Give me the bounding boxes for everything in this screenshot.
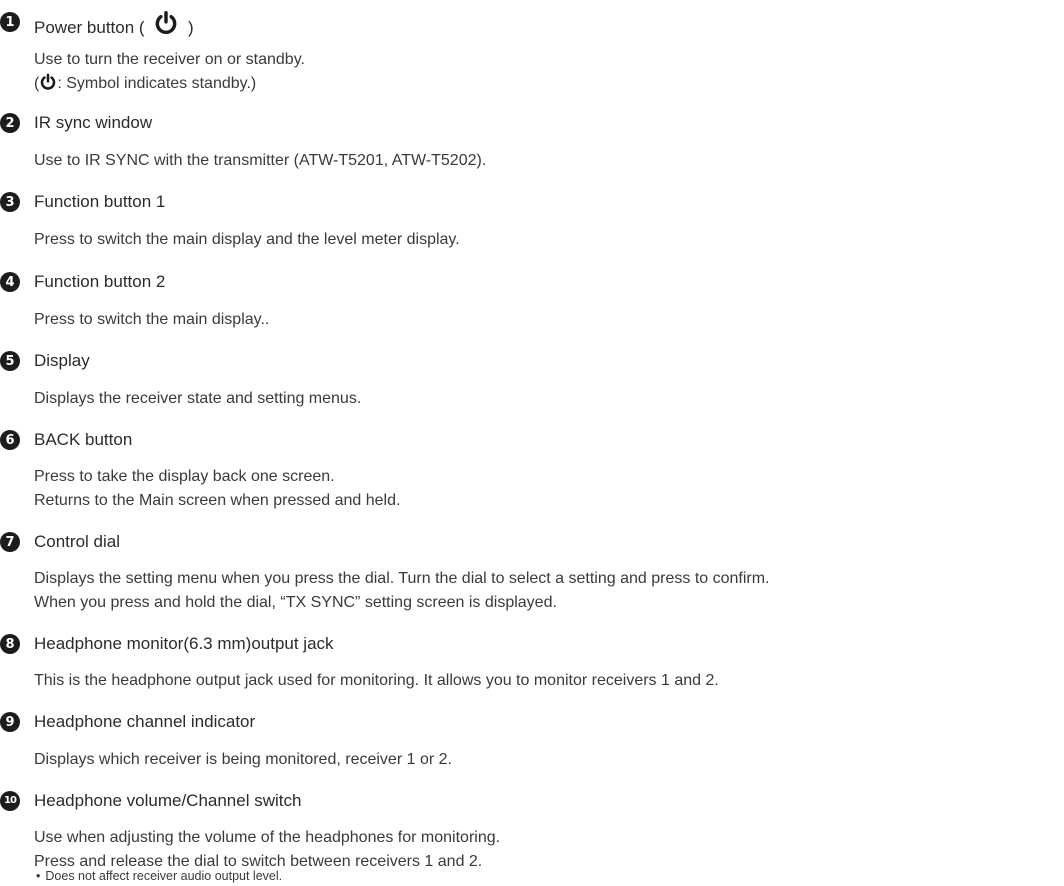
- item-number-badge: 7: [0, 532, 20, 552]
- item-description: Displays the setting menu when you press…: [34, 567, 770, 615]
- item-title: Headphone monitor(6.3 mm)output jack: [34, 634, 334, 653]
- item-title: IR sync window: [34, 113, 153, 132]
- item-title: BACK button: [34, 430, 133, 449]
- item-description: Press to switch the main display and the…: [34, 228, 460, 252]
- item-title: Function button 1: [34, 192, 166, 211]
- item-number-badge: 5: [0, 351, 20, 371]
- desc-line: Press to switch the main display..: [34, 311, 270, 328]
- item-description: Use to turn the receiver on or standby. …: [34, 48, 305, 96]
- item-title-prefix: Power button (: [34, 18, 145, 37]
- item-title: Control dial: [34, 532, 120, 551]
- item-description: Press to take the display back one scree…: [34, 465, 400, 513]
- standby-icon: [41, 73, 56, 90]
- desc-line: Use to IR SYNC with the transmitter (ATW…: [34, 152, 487, 169]
- item-title: Power button ( ): [34, 10, 194, 38]
- desc-line: This is the headphone output jack used f…: [34, 672, 719, 689]
- item-number-badge: 6: [0, 430, 20, 450]
- desc-line: Displays the receiver state and setting …: [34, 390, 362, 407]
- item-description: Use to IR SYNC with the transmitter (ATW…: [34, 149, 486, 173]
- standby-note: (: Symbol indicates standby.): [34, 72, 305, 96]
- desc-line: Press to take the display back one scree…: [34, 468, 335, 485]
- item-number-badge: 1: [0, 12, 20, 32]
- power-icon: [155, 10, 177, 35]
- desc-line: Use when adjusting the volume of the hea…: [34, 829, 501, 846]
- item-description: This is the headphone output jack used f…: [34, 669, 719, 693]
- note-suffix: : Symbol indicates standby.): [57, 75, 257, 92]
- item-title-suffix: ): [188, 18, 194, 37]
- item-number-badge: 3: [0, 192, 20, 212]
- item-title: Headphone channel indicator: [34, 712, 256, 731]
- item-description: Press to switch the main display..: [34, 308, 269, 332]
- item-note: Does not affect receiver audio output le…: [36, 866, 282, 886]
- item-number-badge: 9: [0, 712, 20, 732]
- desc-line: Displays which receiver is being monitor…: [34, 751, 452, 768]
- item-title: Display: [34, 351, 90, 370]
- desc-line: When you press and hold the dial, “TX SY…: [34, 594, 557, 611]
- item-description: Displays the receiver state and setting …: [34, 387, 361, 411]
- bullet-note: Does not affect receiver audio output le…: [36, 866, 282, 886]
- desc-line: Displays the setting menu when you press…: [34, 570, 770, 587]
- item-number-badge: 10: [0, 791, 20, 811]
- item-title: Function button 2: [34, 272, 166, 291]
- item-number-badge: 8: [0, 634, 20, 654]
- item-number-badge: 2: [0, 113, 20, 133]
- desc-line: Use to turn the receiver on or standby.: [34, 51, 305, 68]
- item-description: Displays which receiver is being monitor…: [34, 748, 452, 772]
- item-number-badge: 4: [0, 272, 20, 292]
- desc-line: Press to switch the main display and the…: [34, 231, 460, 248]
- desc-line: Returns to the Main screen when pressed …: [34, 492, 401, 509]
- item-title: Headphone volume/Channel switch: [34, 791, 302, 810]
